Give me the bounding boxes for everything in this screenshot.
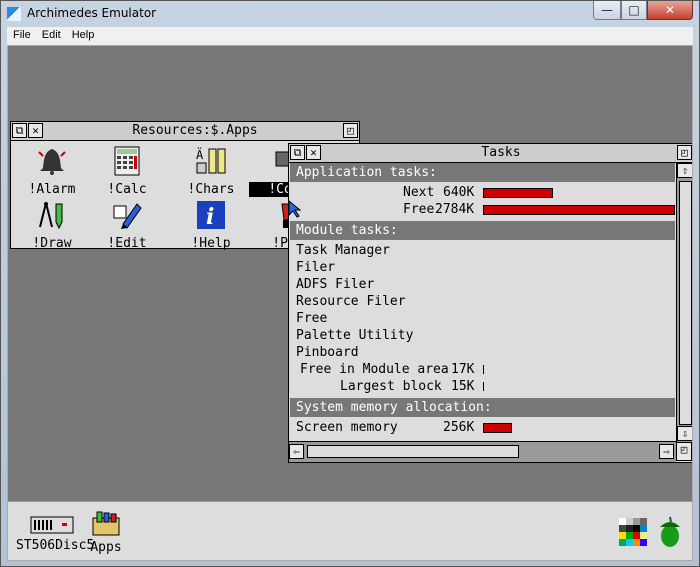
acorn-icon[interactable] xyxy=(657,516,683,548)
minimize-button[interactable]: — xyxy=(593,1,621,20)
palette-icon[interactable] xyxy=(619,518,647,548)
hard-disc-icon xyxy=(30,516,74,534)
window-title: Archimedes Emulator xyxy=(27,6,157,20)
scroll-left-icon[interactable]: ⇦ xyxy=(289,444,304,459)
apps-label: Apps xyxy=(90,540,122,555)
menu-bar: File Edit Help xyxy=(7,27,693,46)
emulator-screen[interactable]: ⧉ ✕ Resources:$.Apps ◰ !Alarm !Calc Ä !C… xyxy=(7,45,693,561)
close-icon[interactable]: ✕ xyxy=(28,123,43,138)
app-label: !Help xyxy=(191,236,231,251)
application-tasks-heading: Application tasks: xyxy=(290,163,675,182)
calculator-icon xyxy=(114,146,140,176)
module-item[interactable]: Resource Filer xyxy=(296,294,406,309)
svg-text:Ä: Ä xyxy=(196,147,204,162)
largest-block-bar[interactable] xyxy=(483,382,484,391)
apps-folder-icon xyxy=(92,511,120,536)
free-module-label: Free in Module area xyxy=(300,362,449,377)
free-value: 2784K xyxy=(435,202,475,217)
largest-block-value: 15K xyxy=(451,379,475,394)
module-tasks-heading: Module tasks: xyxy=(290,221,675,240)
tasks-window[interactable]: ⧉ ✕ Tasks ◰ Application tasks: Next 640K… xyxy=(288,143,692,463)
apps-icon-group[interactable]: Apps xyxy=(84,510,128,555)
app-icon-draw[interactable]: !Draw xyxy=(17,200,87,251)
tasks-title-bar[interactable]: ⧉ ✕ Tasks ◰ xyxy=(289,144,692,163)
module-item[interactable]: Task Manager xyxy=(296,243,390,258)
bell-icon xyxy=(38,149,66,175)
screen-memory-label: Screen memory xyxy=(296,420,398,435)
module-item[interactable]: ADFS Filer xyxy=(296,277,374,292)
app-logo-icon xyxy=(7,7,21,21)
scroll-right-icon[interactable]: ⇨ xyxy=(659,444,674,459)
module-item[interactable]: Filer xyxy=(296,260,335,275)
free-module-bar[interactable] xyxy=(483,365,484,374)
app-label: !Draw xyxy=(32,236,72,251)
menu-help[interactable]: Help xyxy=(66,27,100,41)
next-label: Next xyxy=(403,185,435,200)
app-label: !Chars xyxy=(187,182,235,197)
close-icon[interactable]: ✕ xyxy=(306,145,321,160)
disc-label: ST506Disc5 xyxy=(16,538,95,553)
maximize-button[interactable]: □ xyxy=(621,1,647,20)
menu-file[interactable]: File xyxy=(7,27,36,41)
close-button[interactable]: ✕ xyxy=(647,1,693,20)
module-item[interactable]: Free xyxy=(296,311,327,326)
icon-bar: ST506Disc5 Apps xyxy=(8,501,692,560)
app-icon-help[interactable]: i !Help xyxy=(176,200,246,251)
vertical-scroll-thumb[interactable] xyxy=(679,181,692,425)
app-icon-edit[interactable]: !Edit xyxy=(92,200,162,251)
app-label: !Calc xyxy=(107,182,147,197)
next-bar[interactable] xyxy=(483,188,553,198)
back-icon[interactable]: ⧉ xyxy=(12,123,27,138)
app-label: !Edit xyxy=(107,236,147,251)
disc-drive-icon-group[interactable]: ST506Disc5 xyxy=(16,516,95,553)
horizontal-scroll-thumb[interactable] xyxy=(307,445,519,458)
resources-title-bar[interactable]: ⧉ ✕ Resources:$.Apps ◰ xyxy=(11,122,359,141)
screen-memory-bar[interactable] xyxy=(483,423,512,433)
app-icon-chars[interactable]: Ä !Chars xyxy=(176,146,246,197)
help-icon: i xyxy=(197,201,225,230)
emulator-window: Archimedes Emulator — □ ✕ File Edit Help ⧉… xyxy=(0,0,700,567)
resources-title: Resources:$.Apps xyxy=(132,123,258,138)
app-icon-calc[interactable]: !Calc xyxy=(92,146,162,197)
tasks-title: Tasks xyxy=(481,145,521,160)
back-icon[interactable]: ⧉ xyxy=(290,145,305,160)
free-module-value: 17K xyxy=(451,362,475,377)
module-item[interactable]: Pinboard xyxy=(296,345,359,360)
menu-edit[interactable]: Edit xyxy=(36,27,66,41)
free-bar[interactable] xyxy=(483,205,675,215)
tasks-content: Application tasks: Next 640K Free 2784K … xyxy=(289,163,675,441)
free-label: Free xyxy=(403,202,435,217)
edit-icon xyxy=(113,203,142,229)
title-bar[interactable]: Archimedes Emulator — □ ✕ xyxy=(1,1,699,27)
svg-text:i: i xyxy=(206,204,214,230)
toggle-size-icon[interactable]: ◰ xyxy=(677,145,692,160)
screen-memory-value: 256K xyxy=(443,420,475,435)
resize-icon[interactable]: ◰ xyxy=(676,442,692,461)
draw-icon xyxy=(39,202,63,230)
next-value: 640K xyxy=(443,185,475,200)
module-item[interactable]: Palette Utility xyxy=(296,328,413,343)
app-icon-alarm[interactable]: !Alarm xyxy=(17,146,87,197)
vertical-scrollbar[interactable]: ⇧ ⇩ xyxy=(676,163,692,443)
system-memory-heading: System memory allocation: xyxy=(290,398,675,417)
chars-icon: Ä xyxy=(196,147,226,174)
toggle-size-icon[interactable]: ◰ xyxy=(343,123,358,138)
horizontal-scrollbar[interactable]: ⇦ ⇨ xyxy=(289,441,676,462)
largest-block-label: Largest block xyxy=(340,379,442,394)
scroll-down-icon[interactable]: ⇩ xyxy=(677,426,692,441)
scroll-up-icon[interactable]: ⇧ xyxy=(677,163,692,178)
app-label: !Alarm xyxy=(28,182,76,197)
mouse-pointer-icon xyxy=(288,200,302,218)
